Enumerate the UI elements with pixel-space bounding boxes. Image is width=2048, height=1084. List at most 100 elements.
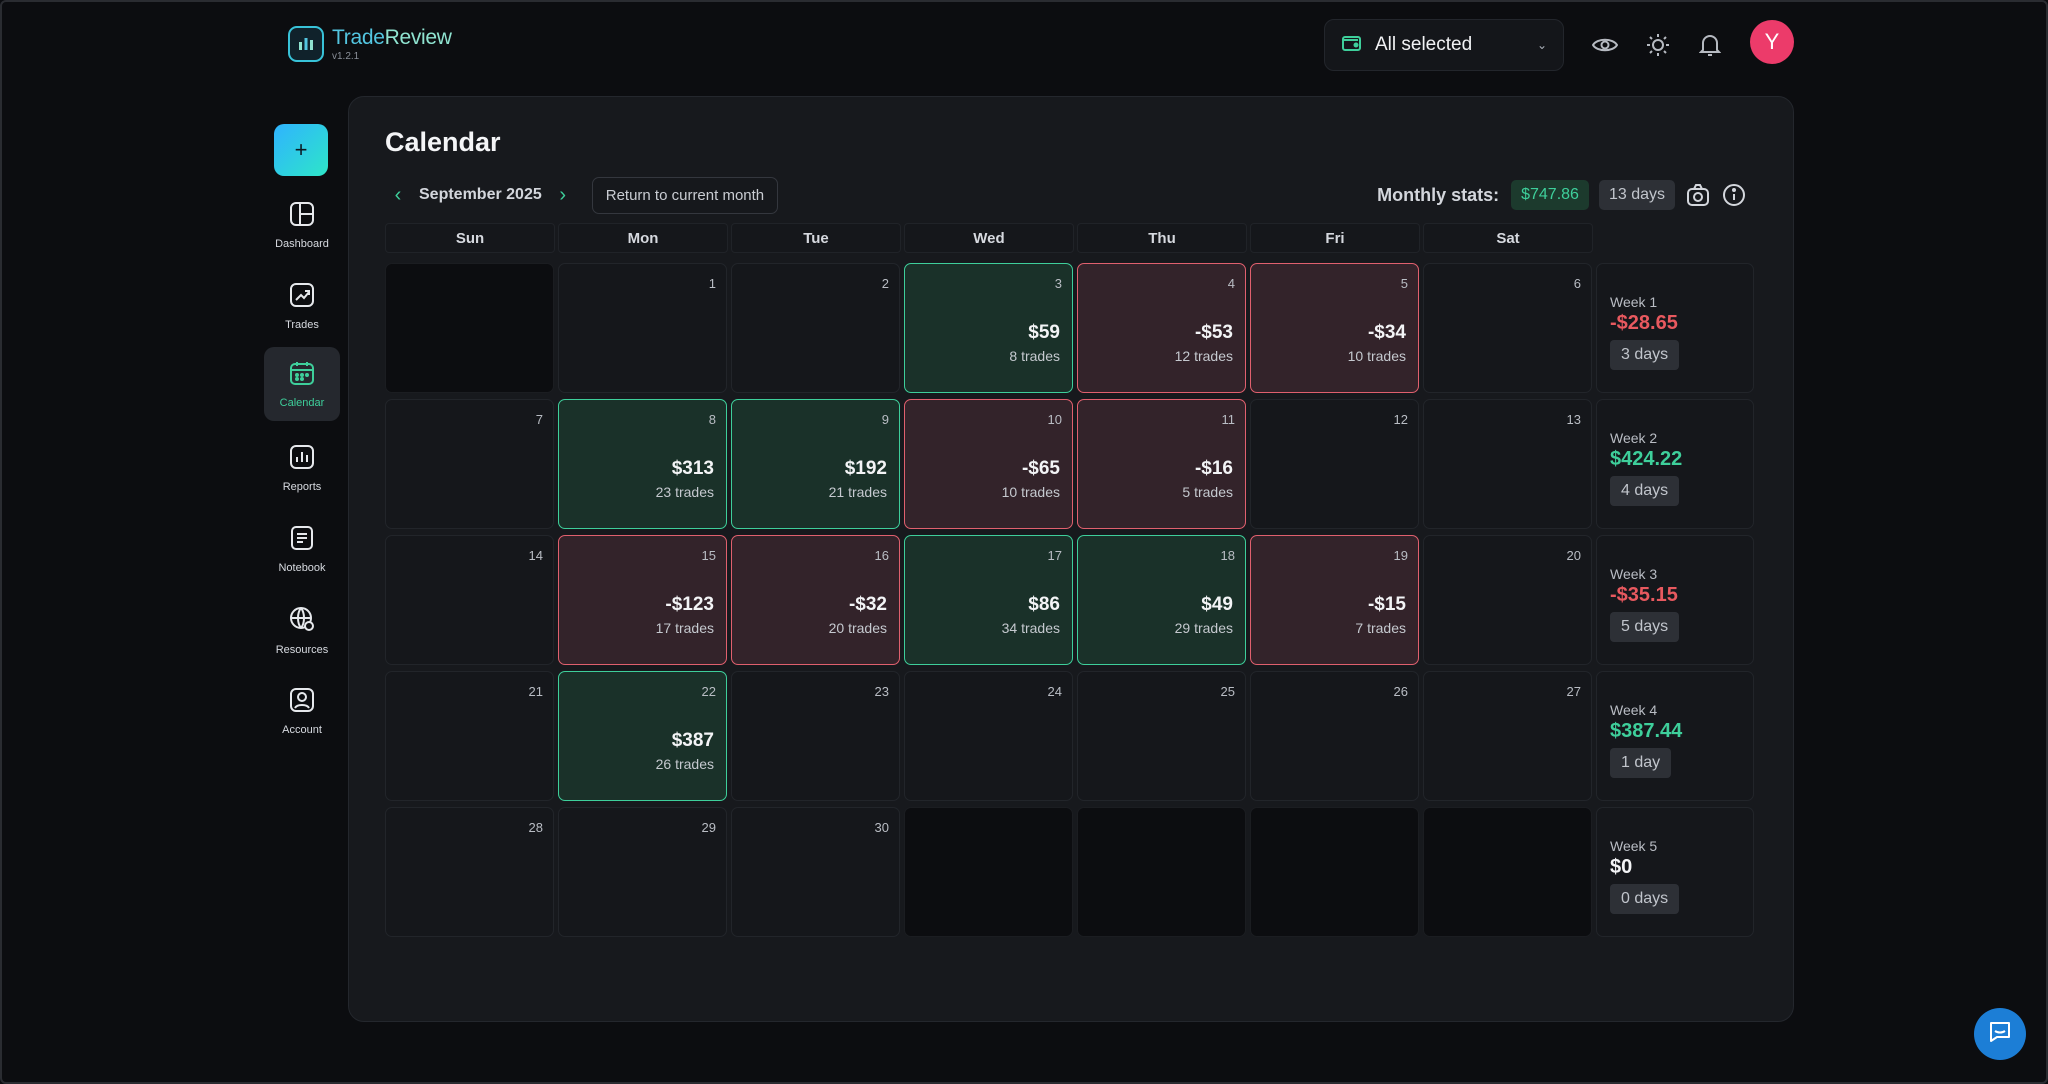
sidebar-item-calendar[interactable]: Calendar bbox=[264, 347, 340, 421]
week-pnl: -$28.65 bbox=[1610, 312, 1678, 334]
plus-icon: + bbox=[294, 137, 308, 162]
day-number: 18 bbox=[1220, 548, 1235, 563]
calendar-day-win[interactable]: 3 $59 8 trades bbox=[904, 263, 1073, 393]
avatar[interactable]: Y bbox=[1750, 20, 1794, 64]
bell-icon[interactable] bbox=[1695, 30, 1725, 60]
day-number: 1 bbox=[708, 276, 716, 291]
calendar-day[interactable]: 27 bbox=[1423, 671, 1592, 801]
day-trade-count: 17 trades bbox=[655, 620, 714, 636]
add-trade-button[interactable]: + bbox=[274, 124, 328, 176]
calendar-day-loss[interactable]: 5 -$34 10 trades bbox=[1250, 263, 1419, 393]
day-number: 24 bbox=[1047, 684, 1062, 699]
monthly-stats: Monthly stats: $747.86 13 days bbox=[1377, 177, 1747, 213]
week-label: Week 3 bbox=[1610, 566, 1658, 582]
day-pnl: $49 bbox=[1201, 594, 1233, 615]
calendar-day[interactable]: 23 bbox=[731, 671, 900, 801]
calendar-day[interactable]: 25 bbox=[1077, 671, 1246, 801]
account-icon bbox=[289, 687, 315, 718]
calendar-day[interactable]: 29 bbox=[558, 807, 727, 937]
sidebar-item-trades[interactable]: Trades bbox=[264, 269, 340, 343]
calendar-day-loss[interactable]: 16 -$32 20 trades bbox=[731, 535, 900, 665]
week-summary: Week 3 -$35.15 5 days bbox=[1596, 535, 1754, 665]
calendar-day[interactable]: 14 bbox=[385, 535, 554, 665]
calendar-day-win[interactable]: 22 $387 26 trades bbox=[558, 671, 727, 801]
day-number: 5 bbox=[1400, 276, 1408, 291]
calendar-day-empty bbox=[1250, 807, 1419, 937]
calendar-day[interactable]: 28 bbox=[385, 807, 554, 937]
sidebar-item-resources[interactable]: Resources bbox=[264, 593, 340, 667]
calendar-day-loss[interactable]: 11 -$16 5 trades bbox=[1077, 399, 1246, 529]
day-trade-count: 10 trades bbox=[1001, 484, 1060, 500]
day-trade-count: 7 trades bbox=[1355, 620, 1406, 636]
app-name: TradeReview bbox=[332, 25, 452, 49]
calendar-day[interactable]: 13 bbox=[1423, 399, 1592, 529]
calendar-day-win[interactable]: 8 $313 23 trades bbox=[558, 399, 727, 529]
camera-icon[interactable] bbox=[1685, 182, 1711, 208]
calendar-day[interactable]: 2 bbox=[731, 263, 900, 393]
day-number: 22 bbox=[701, 684, 716, 699]
calendar-panel: Calendar ‹ September 2025 › Return to cu… bbox=[348, 96, 1794, 1022]
monthly-days: 13 days bbox=[1598, 180, 1675, 210]
account-selector[interactable]: All selected ⌄ bbox=[1324, 19, 1564, 71]
sidebar-item-label: Trades bbox=[285, 318, 319, 331]
day-number: 26 bbox=[1393, 684, 1408, 699]
calendar-day-win[interactable]: 17 $86 34 trades bbox=[904, 535, 1073, 665]
sidebar-item-label: Calendar bbox=[279, 396, 325, 409]
chat-support-button[interactable] bbox=[1974, 1008, 2026, 1060]
day-number: 6 bbox=[1573, 276, 1581, 291]
return-to-current-month-button[interactable]: Return to current month bbox=[591, 176, 779, 214]
calendar-day[interactable]: 7 bbox=[385, 399, 554, 529]
week-label: Week 5 bbox=[1610, 838, 1658, 854]
calendar-day[interactable]: 21 bbox=[385, 671, 554, 801]
day-number: 3 bbox=[1054, 276, 1062, 291]
calendar-day-empty bbox=[1423, 807, 1592, 937]
calendar-icon bbox=[289, 360, 315, 391]
calendar-day-loss[interactable]: 4 -$53 12 trades bbox=[1077, 263, 1246, 393]
weekday-header: Mon bbox=[558, 223, 728, 253]
calendar-day[interactable]: 6 bbox=[1423, 263, 1592, 393]
calendar-day-win[interactable]: 18 $49 29 trades bbox=[1077, 535, 1246, 665]
day-number: 17 bbox=[1047, 548, 1062, 563]
sidebar-item-account[interactable]: Account bbox=[264, 674, 340, 748]
week-label: Week 4 bbox=[1610, 702, 1658, 718]
sidebar-item-notebook[interactable]: Notebook bbox=[264, 512, 340, 586]
eye-icon[interactable] bbox=[1590, 30, 1620, 60]
weekday-header: Sun bbox=[385, 223, 555, 253]
sidebar-item-dashboard[interactable]: Dashboard bbox=[264, 188, 340, 262]
chevron-right-icon[interactable]: › bbox=[554, 184, 572, 207]
calendar-day[interactable]: 26 bbox=[1250, 671, 1419, 801]
sun-icon[interactable] bbox=[1643, 30, 1673, 60]
calendar-day-loss[interactable]: 19 -$15 7 trades bbox=[1250, 535, 1419, 665]
calendar-day-empty bbox=[385, 263, 554, 393]
calendar-day-win[interactable]: 9 $192 21 trades bbox=[731, 399, 900, 529]
day-pnl: -$65 bbox=[1021, 458, 1060, 479]
app-logo[interactable]: TradeReview v1.2.1 bbox=[288, 26, 452, 62]
week-summary: Week 2 $424.22 4 days bbox=[1596, 399, 1754, 529]
sidebar-item-reports[interactable]: Reports bbox=[264, 431, 340, 505]
day-pnl: $387 bbox=[671, 730, 714, 751]
day-number: 25 bbox=[1220, 684, 1235, 699]
day-number: 14 bbox=[528, 548, 543, 563]
calendar-day[interactable]: 12 bbox=[1250, 399, 1419, 529]
info-icon[interactable] bbox=[1721, 182, 1747, 208]
week-label: Week 2 bbox=[1610, 430, 1658, 446]
day-trade-count: 12 trades bbox=[1174, 348, 1233, 364]
week-days-badge: 3 days bbox=[1610, 340, 1680, 370]
week-summary: Week 5 $0 0 days bbox=[1596, 807, 1754, 937]
monthly-pnl: $747.86 bbox=[1511, 180, 1589, 210]
day-number: 28 bbox=[528, 820, 543, 835]
day-number: 2 bbox=[881, 276, 889, 291]
day-number: 7 bbox=[535, 412, 543, 427]
day-trade-count: 21 trades bbox=[828, 484, 887, 500]
day-trade-count: 5 trades bbox=[1182, 484, 1233, 500]
calendar-day[interactable]: 1 bbox=[558, 263, 727, 393]
calendar-day[interactable]: 24 bbox=[904, 671, 1073, 801]
calendar-day[interactable]: 30 bbox=[731, 807, 900, 937]
week-days-badge: 1 day bbox=[1610, 748, 1672, 778]
calendar-day-loss[interactable]: 15 -$123 17 trades bbox=[558, 535, 727, 665]
day-number: 19 bbox=[1393, 548, 1408, 563]
month-label: September 2025 bbox=[419, 186, 542, 203]
chevron-left-icon[interactable]: ‹ bbox=[389, 184, 407, 207]
calendar-day[interactable]: 20 bbox=[1423, 535, 1592, 665]
calendar-day-loss[interactable]: 10 -$65 10 trades bbox=[904, 399, 1073, 529]
